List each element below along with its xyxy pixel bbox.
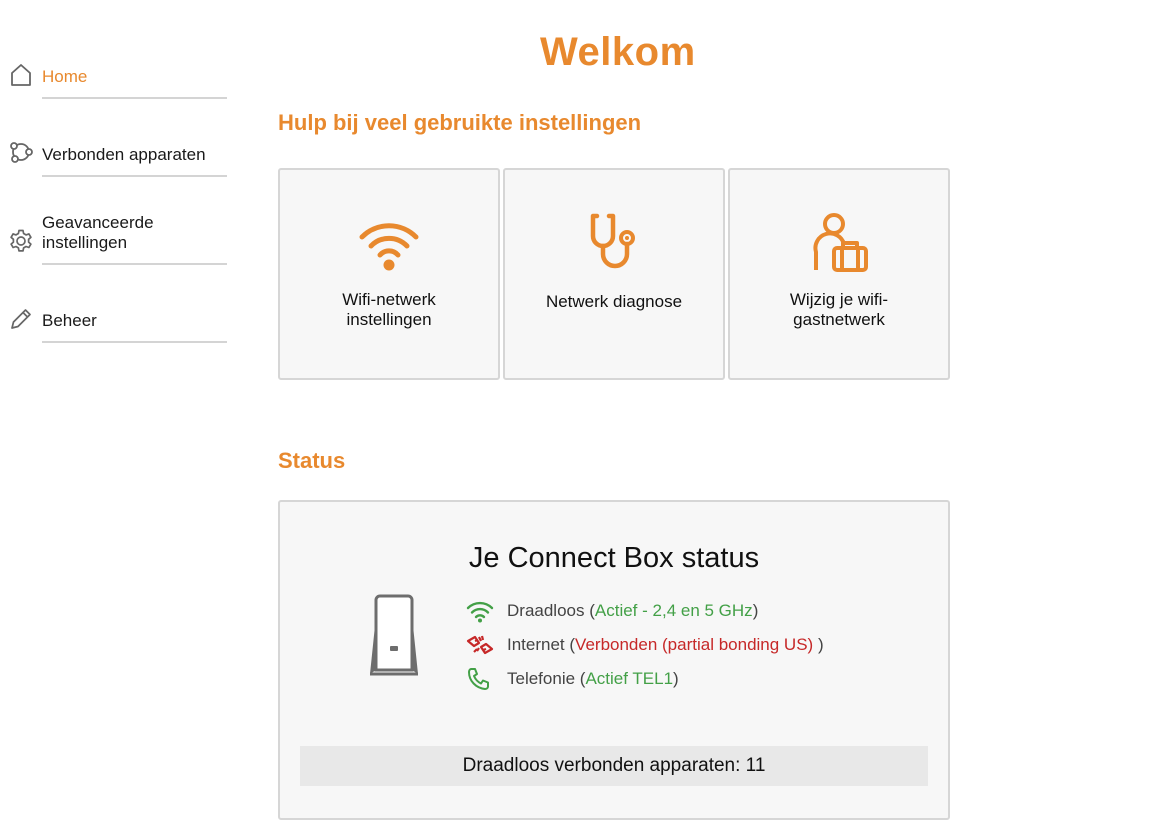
sidebar-item-advanced-settings[interactable]: Geavanceerde instellingen — [0, 212, 230, 266]
sidebar-item-label: Geavanceerde instellingen — [42, 213, 154, 252]
tile-label: Netwerk diagnose — [545, 292, 683, 311]
status-label: Draadloos — [507, 601, 585, 620]
devices-icon — [10, 142, 33, 163]
pencil-icon — [11, 309, 31, 329]
tile-label: Wijzig je wifi-gastnetwerk — [789, 290, 889, 329]
sidebar-item-home[interactable]: Home — [0, 60, 230, 100]
status-value: Verbonden (partial bonding US) — [575, 635, 818, 654]
sidebar-item-beheer[interactable]: Beheer — [0, 304, 230, 344]
wireless-devices-count[interactable]: Draadloos verbonden apparaten: 11 — [300, 746, 928, 786]
tile-network-diagnosis[interactable]: Netwerk diagnose — [503, 168, 725, 380]
status-text: Draadloos (Actief - 2,4 en 5 GHz) — [507, 601, 759, 620]
sidebar-item-devices[interactable]: Verbonden apparaten — [0, 138, 230, 178]
router-icon — [370, 594, 418, 676]
status-panel: Je Connect Box status Draadloos (Actief … — [278, 500, 950, 820]
guest-icon — [813, 213, 868, 272]
home-icon — [11, 64, 31, 86]
status-value: Actief - 2,4 en 5 GHz — [594, 601, 753, 620]
status-text: Telefonie (Actief TEL1) — [507, 669, 679, 688]
tile-label: Wifi-netwerk instellingen — [342, 290, 436, 329]
wifi-icon — [359, 223, 419, 271]
gear-icon — [10, 229, 32, 252]
page-title: Welkom — [540, 30, 696, 74]
phone-icon — [468, 668, 489, 690]
help-section-title: Hulp bij veel gebruikte instellingen — [278, 110, 642, 135]
status-label: Telefonie — [507, 669, 576, 688]
nav-divider — [42, 175, 227, 177]
tile-wifi-settings[interactable]: Wifi-netwerk instellingen — [278, 168, 500, 380]
wifi-icon — [466, 601, 494, 623]
nav-divider — [42, 341, 227, 343]
sidebar-item-label: Beheer — [42, 311, 97, 330]
status-section-title: Status — [278, 448, 346, 473]
nav-divider — [42, 263, 227, 265]
status-title: Je Connect Box status — [468, 542, 760, 574]
sidebar-item-label: Verbonden apparaten — [42, 145, 206, 164]
status-label: Internet — [507, 635, 565, 654]
nav-divider — [42, 97, 227, 99]
status-text: Internet (Verbonden (partial bonding US)… — [507, 635, 824, 654]
status-value: Actief TEL1 — [585, 669, 674, 688]
tile-guest-network[interactable]: Wijzig je wifi-gastnetwerk — [728, 168, 950, 380]
broken-link-icon — [466, 635, 494, 655]
stethoscope-icon — [590, 213, 635, 269]
sidebar-item-label: Home — [42, 67, 88, 86]
